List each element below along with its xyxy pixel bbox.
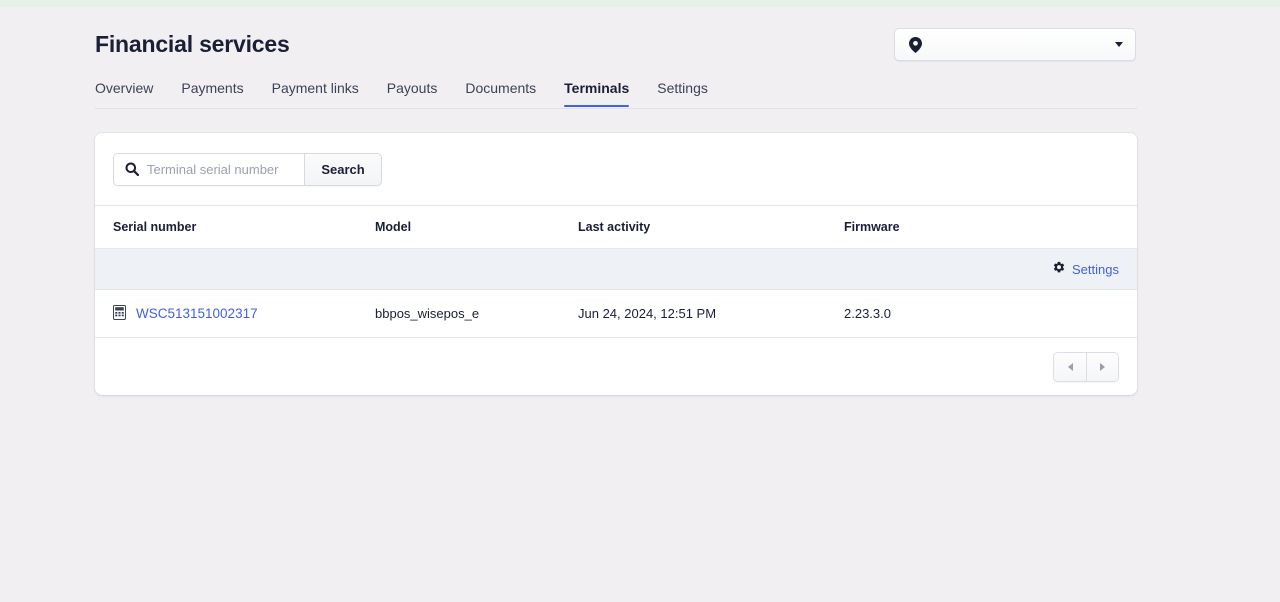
terminals-table-body: Settings WSC513151002317 bbpos_wisepos_e…: [95, 248, 1137, 338]
primary-nav-tabs: Overview Payments Payment links Payouts …: [95, 79, 1137, 109]
terminal-serial-link[interactable]: WSC513151002317: [136, 306, 258, 321]
settings-link-label: Settings: [1072, 261, 1119, 277]
cell-firmware: 2.23.3.0: [844, 289, 1137, 338]
pagination-next-button[interactable]: [1086, 352, 1118, 381]
cell-model: bbpos_wisepos_e: [375, 289, 578, 338]
tabs-divider: [95, 108, 1137, 109]
tab-payments[interactable]: Payments: [167, 79, 257, 107]
column-header-model: Model: [375, 206, 578, 249]
tab-terminals[interactable]: Terminals: [550, 79, 643, 107]
cell-serial-number: WSC513151002317: [95, 289, 375, 338]
column-header-last-activity: Last activity: [578, 206, 844, 249]
gear-icon: [1052, 261, 1066, 278]
cell-last-activity: Jun 24, 2024, 12:51 PM: [578, 289, 844, 338]
location-picker-dropdown[interactable]: [894, 28, 1136, 61]
table-header-row: Serial number Model Last activity Firmwa…: [95, 206, 1137, 249]
table-row: WSC513151002317 bbpos_wisepos_e Jun 24, …: [95, 289, 1137, 338]
chevron-down-icon: [1115, 42, 1123, 47]
tab-overview[interactable]: Overview: [95, 79, 167, 107]
tab-documents[interactable]: Documents: [451, 79, 550, 107]
column-header-firmware: Firmware: [844, 206, 1137, 249]
search-input[interactable]: [139, 161, 296, 177]
terminal-search-group: Search: [113, 152, 382, 186]
search-icon: [125, 162, 139, 176]
terminals-card: Search Serial number Model Last activity…: [95, 133, 1137, 395]
terminals-table-head: Serial number Model Last activity Firmwa…: [95, 206, 1137, 249]
terminals-toolbar: Search: [95, 133, 1137, 206]
search-button[interactable]: Search: [304, 153, 381, 185]
pagination-previous-button[interactable]: [1054, 352, 1086, 381]
settings-row: Settings: [95, 248, 1137, 290]
pagination-group: [1053, 351, 1119, 382]
tab-payment-links[interactable]: Payment links: [258, 79, 373, 107]
financial-services-page: Financial services Overview Payments Pay…: [0, 0, 1280, 602]
pagination: [95, 338, 1137, 395]
terminals-table: Serial number Model Last activity Firmwa…: [95, 206, 1137, 338]
serial-cell-wrapper: WSC513151002317: [113, 304, 375, 323]
chevron-right-icon: [1100, 362, 1105, 371]
location-pin-icon: [909, 36, 922, 53]
column-header-serial-number: Serial number: [95, 206, 375, 249]
search-field-wrapper: [114, 153, 304, 185]
terminal-device-icon: [113, 304, 126, 323]
tab-payouts[interactable]: Payouts: [373, 79, 452, 107]
chevron-left-icon: [1067, 362, 1073, 371]
settings-row-cell: Settings: [95, 248, 1137, 290]
terminal-settings-link[interactable]: Settings: [95, 261, 1137, 278]
tab-settings[interactable]: Settings: [643, 79, 722, 107]
